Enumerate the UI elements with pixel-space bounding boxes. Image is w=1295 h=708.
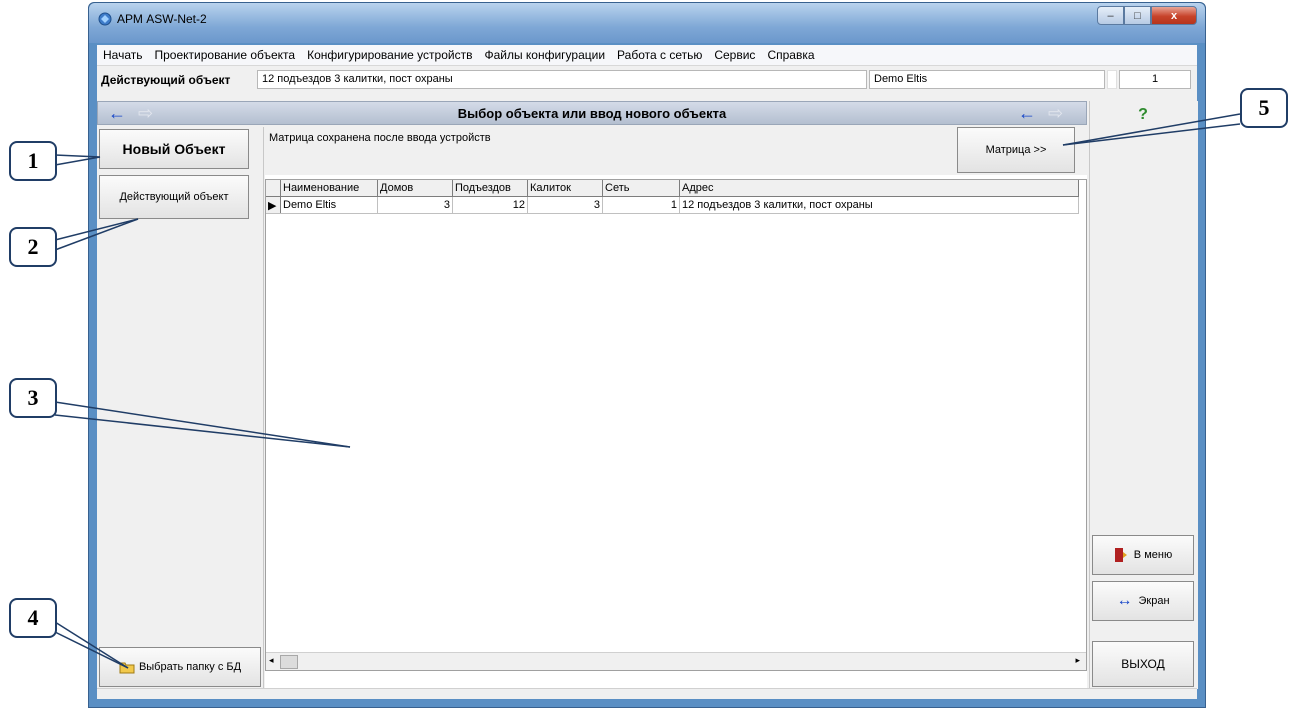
to-menu-label: В меню: [1133, 549, 1173, 561]
cell-address[interactable]: 12 подъездов 3 калитки, пост охраны: [679, 196, 1079, 214]
screen-button[interactable]: ↔ Экран: [1092, 581, 1194, 621]
right-panel: ? В меню ↔ Экран ВЫХОД: [1089, 101, 1198, 689]
client-area: Начать Проектирование объекта Конфигурир…: [97, 45, 1198, 699]
menu-item-config-files[interactable]: Файлы конфигурации: [478, 48, 611, 62]
help-button[interactable]: ?: [1092, 103, 1194, 127]
menu-item-design[interactable]: Проектирование объекта: [149, 48, 302, 62]
left-panel: Новый Объект Действующий объект Выбрать …: [97, 127, 264, 689]
cell-gates[interactable]: 3: [527, 196, 603, 214]
callout-4: 4: [9, 598, 57, 638]
callout-1: 1: [9, 141, 57, 181]
table-header-row: Наименование Домов Подъездов Калиток Сет…: [266, 180, 1079, 197]
forward-arrow-icon-right[interactable]: ⇨: [1048, 103, 1063, 123]
folder-icon: [119, 662, 135, 674]
cell-network[interactable]: 1: [602, 196, 680, 214]
row-indicator-header: [266, 180, 281, 197]
object-selection-panel: Матрица сохранена после ввода устройств …: [265, 127, 1087, 689]
callout-2: 2: [9, 227, 57, 267]
close-button[interactable]: x: [1151, 6, 1197, 25]
cell-name[interactable]: Demo Eltis: [280, 196, 378, 214]
menu-item-network[interactable]: Работа с сетью: [611, 48, 708, 62]
column-header-network[interactable]: Сеть: [602, 180, 680, 197]
window-title: АРМ ASW-Net-2: [117, 12, 207, 26]
message-area: Матрица сохранена после ввода устройств …: [265, 127, 1087, 175]
title-bar[interactable]: АРМ ASW-Net-2 – □ x: [89, 3, 1205, 43]
section-header: ← ⇨ Выбор объекта или ввод нового объект…: [97, 101, 1087, 125]
new-object-button[interactable]: Новый Объект: [99, 129, 249, 169]
column-header-houses[interactable]: Домов: [377, 180, 453, 197]
app-window: АРМ ASW-Net-2 – □ x Начать Проектировани…: [88, 2, 1206, 708]
menu-item-service[interactable]: Сервис: [708, 48, 761, 62]
object-description-field: 12 подъездов 3 калитки, пост охраны: [257, 70, 867, 89]
objects-grid[interactable]: Наименование Домов Подъездов Калиток Сет…: [265, 179, 1087, 671]
menu-item-configure[interactable]: Конфигурирование устройств: [301, 48, 478, 62]
app-icon: [98, 12, 112, 26]
select-db-folder-label: Выбрать папку с БД: [138, 661, 242, 673]
scroll-thumb[interactable]: [280, 655, 298, 669]
objects-table: Наименование Домов Подъездов Калиток Сет…: [266, 180, 1079, 214]
select-db-folder-button[interactable]: Выбрать папку с БД: [99, 647, 261, 687]
menu-bar: Начать Проектирование объекта Конфигурир…: [97, 45, 1197, 66]
cell-houses[interactable]: 3: [377, 196, 453, 214]
callout-3: 3: [9, 378, 57, 418]
status-message: Матрица сохранена после ввода устройств: [269, 132, 491, 144]
table-row[interactable]: ▶ Demo Eltis 3 12 3 1 12 подъездов 3 кал…: [266, 196, 1079, 214]
current-object-bar: Действующий объект 12 подъездов 3 калитк…: [97, 69, 1197, 91]
column-header-gates[interactable]: Калиток: [527, 180, 603, 197]
row-indicator-icon: ▶: [266, 196, 281, 214]
matrix-button[interactable]: Матрица >>: [957, 127, 1075, 173]
cell-entrances[interactable]: 12: [452, 196, 528, 214]
column-header-address[interactable]: Адрес: [679, 180, 1079, 197]
maximize-button[interactable]: □: [1124, 6, 1151, 25]
callout-5: 5: [1240, 88, 1288, 128]
double-arrow-icon: ↔: [1116, 592, 1133, 609]
minimize-button[interactable]: –: [1097, 6, 1124, 25]
scroll-left-icon[interactable]: ◂: [269, 655, 274, 666]
counter-field: 1: [1119, 70, 1191, 89]
column-header-name[interactable]: Наименование: [280, 180, 378, 197]
menu-item-help[interactable]: Справка: [761, 48, 820, 62]
screen-label: Экран: [1138, 595, 1170, 607]
back-arrow-icon-right[interactable]: ←: [1018, 103, 1036, 123]
object-name-field: Demo Eltis: [869, 70, 1105, 89]
to-menu-button[interactable]: В меню: [1092, 535, 1194, 575]
scroll-right-icon[interactable]: ▸: [1075, 655, 1080, 666]
current-object-label: Действующий объект: [101, 73, 231, 87]
door-exit-icon: [1114, 548, 1127, 562]
status-bar: [97, 688, 1197, 699]
exit-button[interactable]: ВЫХОД: [1092, 641, 1194, 687]
menu-item-start[interactable]: Начать: [97, 48, 149, 62]
info-spacer: [1107, 70, 1117, 89]
current-object-button[interactable]: Действующий объект: [99, 175, 249, 219]
page-title: Выбор объекта или ввод нового объекта: [457, 106, 727, 121]
column-header-entrances[interactable]: Подъездов: [452, 180, 528, 197]
horizontal-scrollbar[interactable]: ◂ ▸: [266, 652, 1086, 670]
